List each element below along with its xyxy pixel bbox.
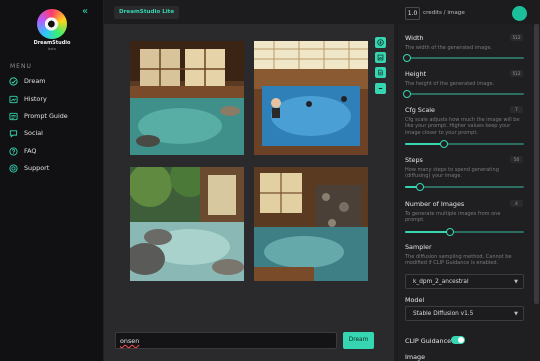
clip-guidance-title: CLIP Guidance: [405, 337, 452, 345]
social-icon: [9, 129, 18, 138]
chevron-down-icon: ▼: [514, 279, 518, 285]
sampler-title: Sampler: [405, 243, 432, 251]
width-title: Width: [405, 34, 424, 42]
collapse-sidebar-icon[interactable]: «: [82, 6, 88, 17]
version-tag: DreamStudio Lite: [114, 6, 180, 19]
steps-value: 50: [510, 156, 523, 163]
steps-description: How many steps to spend generating (diff…: [405, 167, 499, 180]
width-description: The width of the generated image.: [405, 45, 493, 51]
model-select[interactable]: Stable Diffusion v1.5 ▼: [405, 306, 524, 321]
sampler-selected-value: k_dpm_2_ancestral: [413, 279, 469, 285]
number-of-images-value: 4: [510, 200, 523, 207]
prompt-text: onsen: [120, 337, 140, 345]
download-icon: [377, 39, 384, 46]
cfg-scale-title: Cfg Scale: [405, 106, 435, 114]
sidebar-item-label: Dream: [24, 77, 46, 85]
faq-icon: [9, 146, 18, 156]
steps-slider[interactable]: [405, 183, 524, 191]
number-of-images-title: Number of Images: [405, 200, 465, 208]
history-icon: [9, 95, 18, 104]
generated-image-1[interactable]: [130, 41, 244, 155]
support-icon: [9, 163, 18, 173]
model-selected-value: Stable Diffusion v1.5: [413, 311, 474, 317]
chevron-down-icon: ▼: [514, 311, 518, 317]
use-as-init-button[interactable]: [375, 52, 386, 63]
number-of-images-slider[interactable]: [405, 228, 524, 236]
credits-label: credits / image: [423, 10, 465, 16]
cfg-scale-slider[interactable]: [405, 140, 524, 148]
generated-image-2[interactable]: [254, 41, 368, 155]
cfg-scale-description: Cfg scale adjusts how much the image wil…: [405, 117, 520, 136]
height-description: The height of the generated image.: [405, 81, 495, 87]
sidebar: [0, 0, 104, 361]
dream-icon: [9, 76, 18, 86]
minus-icon: [378, 88, 383, 89]
height-slider[interactable]: [403, 90, 524, 98]
sidebar-item-label: FAQ: [24, 147, 37, 155]
remove-button[interactable]: [375, 83, 386, 94]
dreamstudio-logo-icon[interactable]: [37, 9, 67, 39]
sidebar-item-label: Prompt Guide: [24, 112, 68, 120]
logo-subtitle: beta: [48, 47, 56, 51]
sidebar-item-label: Support: [24, 164, 50, 172]
download-button[interactable]: [375, 37, 386, 48]
sidebar-item-label: History: [24, 95, 47, 103]
image-title: Image: [405, 353, 426, 361]
sampler-description: The diffusion sampling method. Cannot be…: [405, 254, 512, 267]
number-of-images-description: To generate multiple images from one pro…: [405, 211, 501, 224]
cfg-scale-value: 7: [510, 106, 523, 113]
clip-guidance-toggle[interactable]: [451, 336, 465, 344]
sampler-select[interactable]: k_dpm_2_ancestral ▼: [405, 274, 524, 289]
sidebar-item-history[interactable]: History: [9, 93, 47, 105]
image-icon: [377, 54, 384, 61]
sidebar-item-support[interactable]: Support: [9, 162, 49, 174]
guide-icon: [9, 112, 18, 121]
logo-title: DreamStudio: [33, 40, 71, 46]
settings-scrollbar[interactable]: [534, 24, 539, 304]
height-title: Height: [405, 70, 427, 78]
dream-button[interactable]: Dream: [343, 332, 374, 349]
steps-title: Steps: [405, 156, 423, 164]
width-slider[interactable]: [403, 54, 524, 62]
generated-image-3[interactable]: [130, 167, 244, 281]
sidebar-item-faq[interactable]: FAQ: [9, 145, 36, 157]
height-value: 512: [510, 70, 523, 77]
width-value: 512: [510, 34, 523, 41]
menu-heading: MENU: [10, 63, 32, 70]
sidebar-item-label: Social: [24, 129, 43, 137]
credits-value: 1.0: [405, 7, 420, 20]
generated-image-4[interactable]: [254, 167, 368, 281]
avatar[interactable]: [512, 6, 527, 21]
sidebar-item-social[interactable]: Social: [9, 127, 43, 139]
sidebar-item-prompt-guide[interactable]: Prompt Guide: [9, 110, 68, 122]
sidebar-item-dream[interactable]: Dream: [9, 75, 45, 87]
model-title: Model: [405, 296, 425, 304]
file-icon: [378, 69, 383, 76]
copy-settings-button[interactable]: [375, 67, 386, 78]
prompt-input[interactable]: [115, 332, 337, 349]
